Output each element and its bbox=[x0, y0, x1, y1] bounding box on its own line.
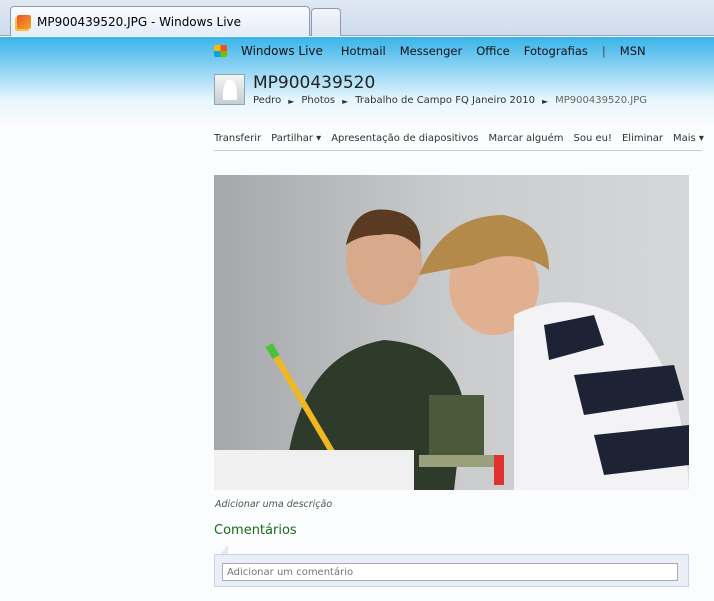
delete-button[interactable]: Eliminar bbox=[622, 133, 663, 150]
share-menu[interactable]: Partilhar ▾ bbox=[271, 133, 321, 150]
breadcrumb-pedro[interactable]: Pedro bbox=[253, 95, 281, 108]
breadcrumb-photos[interactable]: Photos bbox=[301, 95, 335, 108]
add-description-link[interactable]: Adicionar uma descrição bbox=[215, 499, 332, 510]
its-me-button[interactable]: Sou eu! bbox=[574, 133, 612, 150]
browser-tab[interactable]: MP900439520.JPG - Windows Live bbox=[10, 6, 310, 36]
nav-fotografias[interactable]: Fotografias bbox=[524, 44, 588, 58]
nav-hotmail[interactable]: Hotmail bbox=[341, 44, 386, 58]
new-tab-button[interactable] bbox=[311, 8, 341, 36]
top-nav: Windows Live Hotmail Messenger Office Fo… bbox=[214, 44, 660, 58]
windows-logo-icon bbox=[214, 45, 227, 57]
more-menu[interactable]: Mais ▾ bbox=[673, 133, 704, 150]
comments-heading: Comentários bbox=[214, 523, 297, 538]
comment-pointer bbox=[220, 545, 228, 554]
breadcrumb-arrow-icon: ► bbox=[541, 97, 549, 106]
tag-someone-button[interactable]: Marcar alguém bbox=[488, 133, 563, 150]
nav-office[interactable]: Office bbox=[476, 44, 510, 58]
browser-tab-bar: MP900439520.JPG - Windows Live bbox=[0, 0, 714, 36]
breadcrumb-current: MP900439520.JPG bbox=[555, 95, 647, 106]
user-icon bbox=[222, 79, 237, 100]
action-toolbar: Transferir Partilhar ▾ Apresentação de d… bbox=[214, 133, 704, 151]
comment-input[interactable] bbox=[222, 563, 678, 581]
breadcrumb-arrow-icon: ► bbox=[342, 97, 349, 106]
page-title: MP900439520 bbox=[253, 73, 376, 93]
nav-messenger[interactable]: Messenger bbox=[400, 44, 462, 58]
photo[interactable] bbox=[214, 175, 689, 490]
nav-divider: | bbox=[601, 44, 606, 58]
photo-gallery-icon bbox=[17, 14, 31, 29]
avatar[interactable] bbox=[214, 74, 245, 105]
download-button[interactable]: Transferir bbox=[214, 133, 261, 150]
breadcrumb-album[interactable]: Trabalho de Campo FQ Janeiro 2010 bbox=[355, 95, 535, 108]
photo-illustration bbox=[214, 209, 689, 490]
slideshow-button[interactable]: Apresentação de diapositivos bbox=[331, 133, 478, 150]
breadcrumb-arrow-icon: ► bbox=[288, 97, 295, 106]
windows-live-brand[interactable]: Windows Live bbox=[241, 44, 323, 58]
tab-title: MP900439520.JPG - Windows Live bbox=[37, 14, 242, 29]
comment-box bbox=[214, 554, 689, 587]
breadcrumb: Pedro ► Photos ► Trabalho de Campo FQ Ja… bbox=[253, 95, 647, 108]
nav-msn[interactable]: MSN bbox=[620, 44, 646, 58]
